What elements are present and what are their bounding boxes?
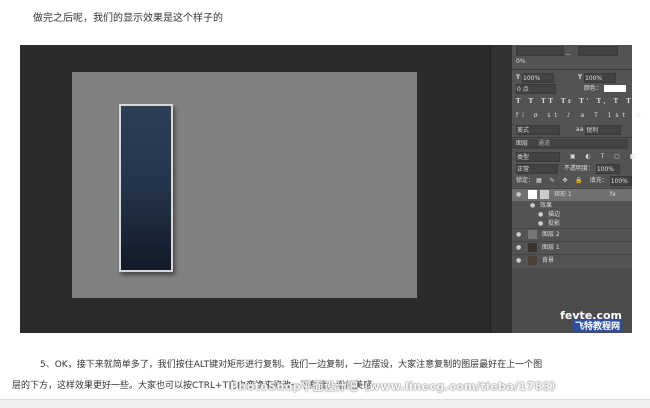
- kind-row: 类型 ▣ ◐ T ▢ ◧: [516, 152, 640, 162]
- style-button[interactable]: T: [516, 98, 523, 105]
- document-canvas: [72, 72, 417, 298]
- effect-name: 描边: [548, 211, 561, 218]
- color-swatch[interactable]: [603, 85, 626, 92]
- style-button[interactable]: T: [614, 98, 621, 105]
- style-button[interactable]: T: [626, 98, 633, 105]
- ot-row: fi σ st ♪ a T 1st ½: [516, 112, 645, 119]
- mask-thumbnail: [540, 190, 549, 199]
- right-panels: -- 0% T 100% T 100% 0 点 颜色： T T TT Tr T'…: [512, 45, 641, 333]
- leading-value[interactable]: 0%: [516, 58, 526, 65]
- eye-icon[interactable]: ●: [538, 210, 546, 219]
- fill-field[interactable]: 100%: [609, 176, 632, 186]
- tracking-field[interactable]: 0 点: [516, 84, 556, 94]
- layer-thumbnail: [528, 256, 537, 265]
- tracking-row: 0 点 颜色：: [516, 84, 626, 94]
- layers-tabs: 图层 通道: [512, 139, 628, 149]
- tab-layers[interactable]: 图层: [516, 140, 528, 147]
- fx-icon: fx: [610, 191, 616, 198]
- layer-name: 矩形 1: [554, 191, 572, 198]
- color-label: 颜色：: [583, 85, 602, 92]
- leading-row: 0%: [516, 57, 526, 67]
- blend-row: 正常 不透明度： 100%: [516, 164, 620, 174]
- vscale-row: T 100% T 100%: [516, 73, 616, 83]
- layer-thumbnail: [528, 230, 537, 239]
- blend-mode[interactable]: 正常: [516, 164, 558, 174]
- font-style-row: --: [516, 46, 619, 58]
- kind-filter[interactable]: 类型: [516, 152, 560, 162]
- layer-row-rect1[interactable]: ● 矩形 1 fx: [512, 188, 632, 201]
- hscale-field[interactable]: 100%: [583, 73, 616, 83]
- style-button[interactable]: T: [529, 98, 536, 105]
- divider: [512, 137, 632, 138]
- fill-label: 填充：: [589, 177, 608, 184]
- layer-thumbnail: [528, 243, 537, 252]
- antialias-select[interactable]: 锐利: [585, 125, 622, 135]
- layer-thumbnail: [528, 190, 537, 199]
- divider: [512, 69, 632, 70]
- style-button[interactable]: T,: [597, 98, 609, 105]
- layer-row-background[interactable]: ● 背景: [512, 254, 632, 267]
- effect-stroke[interactable]: ● 描边: [512, 210, 632, 219]
- lock-row: 锁定： ▦ ✎ ✥ 🔒 填充： 100%: [516, 176, 632, 186]
- layer-effects[interactable]: ● 效果: [512, 201, 632, 210]
- layer-row-layer2[interactable]: ● 图层 2: [512, 228, 632, 241]
- language-select[interactable]: 美式: [516, 125, 560, 135]
- vscale-field[interactable]: 100%: [522, 73, 555, 83]
- eye-icon[interactable]: ●: [516, 255, 524, 267]
- paragraph-line1: 5、OK，接下来就简单多了，我们按住ALT键对矩形进行复制。我们一边复制，一边摆…: [40, 360, 543, 370]
- effect-shadow[interactable]: ● 投影: [512, 219, 632, 228]
- layer-name: 图层 1: [542, 244, 560, 251]
- opacity-field[interactable]: 100%: [595, 164, 620, 174]
- lock-label: 锁定：: [516, 177, 535, 184]
- style-buttons: T T TT Tr T' T, T T: [516, 97, 634, 107]
- layer-name: 背景: [542, 257, 555, 264]
- style-button[interactable]: T': [579, 98, 591, 105]
- effect-name: 投影: [548, 220, 561, 227]
- style-button[interactable]: TT: [541, 98, 556, 105]
- language-row: 美式 aa 锐利: [516, 125, 622, 135]
- canvas-area: [20, 45, 490, 333]
- forum-watermark: PhotoShop平面设计吧（www.linecg.com/tieba/1783…: [230, 380, 563, 393]
- eye-icon[interactable]: ●: [530, 201, 538, 210]
- font-style-select[interactable]: --: [566, 51, 570, 58]
- tab-channels[interactable]: 通道: [538, 140, 550, 147]
- effects-label: 效果: [540, 202, 553, 209]
- layer-name: 图层 2: [542, 231, 560, 238]
- tool-strip: [490, 45, 513, 333]
- intro-text: 做完之后呢，我们的显示效果是这个样子的: [33, 13, 223, 24]
- horizontal-scrollbar[interactable]: [0, 399, 650, 408]
- eye-icon[interactable]: ●: [516, 189, 524, 201]
- rectangle-shape: [119, 104, 173, 272]
- eye-icon[interactable]: ●: [538, 219, 546, 228]
- style-button[interactable]: Tr: [561, 98, 574, 105]
- eye-icon[interactable]: ●: [516, 229, 524, 241]
- opacity-label: 不透明度：: [563, 165, 594, 172]
- watermark-tag: 飞特教程网: [572, 319, 622, 332]
- layer-row-layer1[interactable]: ● 图层 1: [512, 241, 632, 254]
- eye-icon[interactable]: ●: [516, 242, 524, 254]
- photoshop-screenshot: -- 0% T 100% T 100% 0 点 颜色： T T TT Tr T'…: [20, 45, 641, 333]
